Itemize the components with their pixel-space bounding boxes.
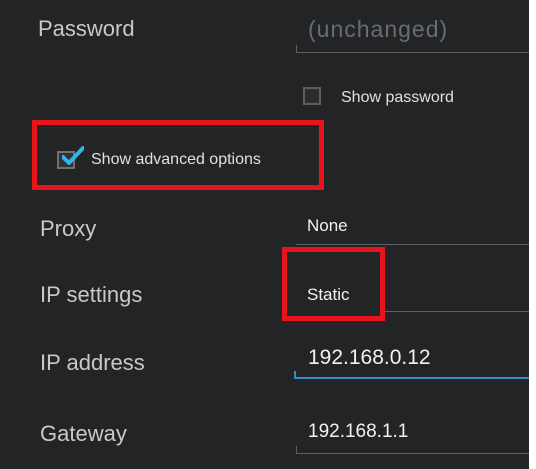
proxy-underline xyxy=(296,244,530,245)
password-input[interactable]: (unchanged) xyxy=(308,16,448,43)
ip-settings-label: IP settings xyxy=(40,282,143,307)
ip-address-input[interactable]: 192.168.0.12 xyxy=(308,346,431,370)
screenshot-right-margin xyxy=(529,0,536,469)
highlight-box-advanced-options xyxy=(32,120,324,190)
password-underline xyxy=(296,52,530,53)
gateway-underline-tick xyxy=(296,446,297,453)
gateway-label: Gateway xyxy=(40,421,127,446)
ip-settings-underline xyxy=(380,311,530,312)
wifi-settings-dialog: Password (unchanged) Show password Show … xyxy=(0,0,536,469)
password-label: Password xyxy=(38,16,135,41)
ip-address-underline xyxy=(294,377,530,379)
password-underline-tick xyxy=(296,45,297,52)
gateway-underline xyxy=(296,453,530,454)
show-password-label[interactable]: Show password xyxy=(341,89,454,107)
proxy-label: Proxy xyxy=(40,216,97,241)
show-password-checkbox[interactable] xyxy=(303,87,321,105)
gateway-input[interactable]: 192.168.1.1 xyxy=(308,421,408,443)
ip-address-label: IP address xyxy=(40,350,145,375)
proxy-spinner[interactable]: None xyxy=(307,216,348,236)
highlight-box-ip-settings xyxy=(282,247,385,321)
ip-address-underline-tick xyxy=(294,371,296,379)
